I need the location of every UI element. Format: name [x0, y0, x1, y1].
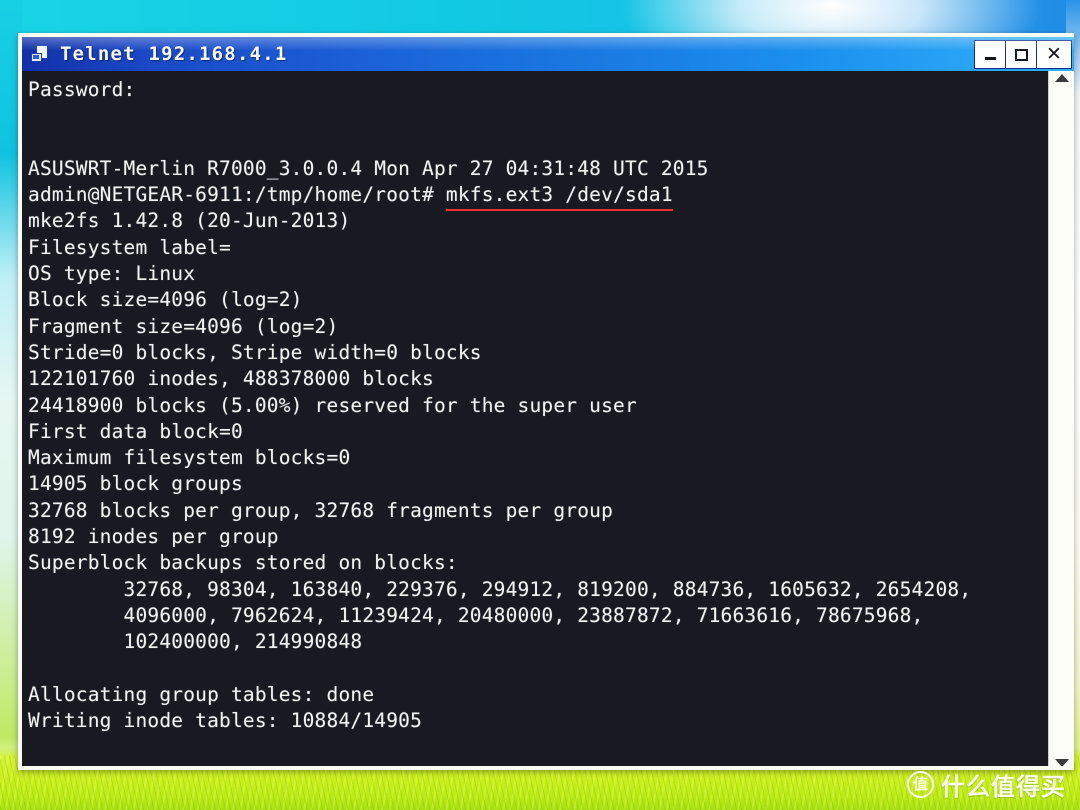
window-titlebar[interactable]: Telnet 192.168.4.1 ✕: [22, 37, 1074, 71]
terminal-line: Allocating group tables: done: [28, 682, 375, 706]
vertical-scrollbar[interactable]: [1048, 71, 1074, 766]
terminal-line: OS type: Linux: [28, 262, 196, 286]
terminal-line: 8192 inodes per group: [28, 525, 279, 549]
desktop-wallpaper: Telnet 192.168.4.1 ✕ Password: ASUSWRT-M…: [0, 0, 1080, 810]
terminal-line: Block size=4096 (log=2): [28, 288, 303, 312]
terminal-line: Maximum filesystem blocks=0: [28, 446, 351, 470]
terminal-line: Writing inode tables: 10884/14905: [28, 709, 423, 733]
terminal-line: 102400000, 214990848: [28, 630, 363, 654]
minimize-icon: [984, 57, 996, 60]
terminal-line: 4096000, 7962624, 11239424, 20480000, 23…: [28, 603, 924, 627]
terminal-line: 24418900 blocks (5.00%) reserved for the…: [28, 393, 637, 417]
scroll-up-arrow-icon[interactable]: [1054, 74, 1069, 82]
scroll-down-arrow-icon[interactable]: [1054, 759, 1069, 766]
terminal-line: 14905 block groups: [28, 472, 243, 496]
terminal-line: Stride=0 blocks, Stripe width=0 blocks: [28, 340, 482, 364]
window-controls: ✕: [974, 40, 1072, 69]
terminal-line: ASUSWRT-Merlin R7000_3.0.0.4 Mon Apr 27 …: [28, 156, 709, 180]
terminal-area: Password: ASUSWRT-Merlin R7000_3.0.0.4 M…: [22, 71, 1074, 766]
terminal-line: 122101760 inodes, 488378000 blocks: [28, 367, 434, 391]
terminal-line: Fragment size=4096 (log=2): [28, 314, 339, 338]
terminal-line: 32768 blocks per group, 32768 fragments …: [28, 498, 614, 522]
command-highlight-underline: [445, 209, 673, 212]
minimize-button[interactable]: [975, 41, 1006, 68]
terminal-line: 32768, 98304, 163840, 229376, 294912, 81…: [28, 577, 972, 601]
telnet-computer-icon: [30, 44, 52, 64]
shell-prompt: admin@NETGEAR-6911:/tmp/home/root#: [28, 183, 446, 207]
terminal-line: Password:: [28, 78, 136, 101]
maximize-icon: [1014, 48, 1028, 61]
window-title: Telnet 192.168.4.1: [60, 43, 288, 65]
terminal-prompt-line: admin@NETGEAR-6911:/tmp/home/root# mkfs.…: [28, 182, 1048, 212]
close-button[interactable]: ✕: [1037, 41, 1071, 68]
scrollbar-track[interactable]: [1049, 82, 1074, 759]
telnet-window: Telnet 192.168.4.1 ✕ Password: ASUSWRT-M…: [18, 33, 1074, 770]
terminal-line: mke2fs 1.42.8 (20-Jun-2013): [28, 209, 351, 233]
close-icon: ✕: [1046, 43, 1062, 65]
maximize-button[interactable]: [1006, 41, 1037, 68]
typed-command: mkfs.ext3 /dev/sda1: [445, 182, 673, 212]
terminal-line: Superblock backups stored on blocks:: [28, 551, 458, 575]
terminal-line: First data block=0: [28, 419, 243, 443]
terminal-output[interactable]: Password: ASUSWRT-Merlin R7000_3.0.0.4 M…: [22, 71, 1048, 766]
terminal-line: Filesystem label=: [28, 235, 231, 259]
